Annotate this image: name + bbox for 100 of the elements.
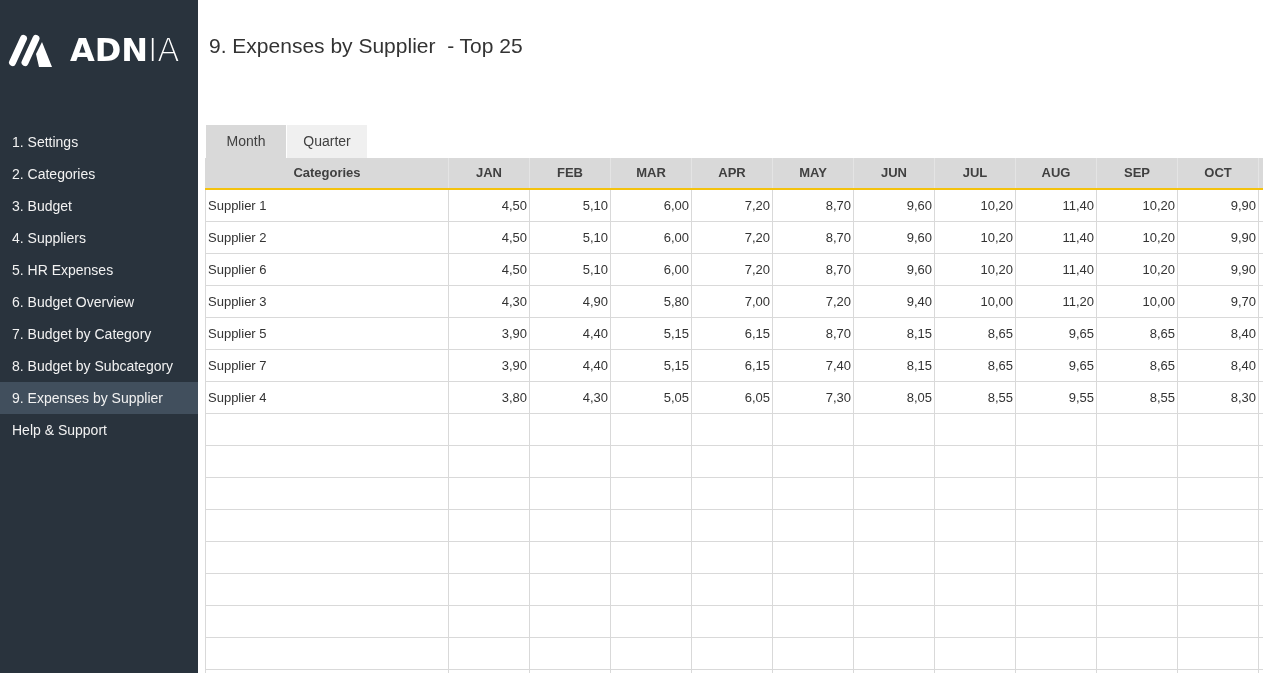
column-header: MAY: [773, 158, 854, 188]
table-cell: 10,00: [1097, 286, 1178, 318]
table-cell: 7,40: [773, 350, 854, 382]
column-header: FEB: [530, 158, 611, 188]
table-cell: 3,80: [449, 382, 530, 414]
nav-item[interactable]: 9. Expenses by Supplier: [0, 382, 198, 414]
table-cell: 3,90: [449, 350, 530, 382]
table-cell: 11,40: [1016, 190, 1097, 222]
table-cell: 9,60: [854, 222, 935, 254]
table-cell: 9,90: [1178, 222, 1259, 254]
brand-name: ADNIA: [70, 32, 180, 68]
row-label: Supplier 5: [205, 318, 449, 350]
table-cell: 8,40: [1178, 318, 1259, 350]
column-header: OCT: [1178, 158, 1259, 188]
table-cell: 4,40: [530, 318, 611, 350]
column-header: Categories: [206, 158, 449, 188]
tab[interactable]: Quarter: [287, 125, 367, 158]
table-cell: 5,10: [530, 190, 611, 222]
table-cell: 4,90: [530, 286, 611, 318]
column-header: MAR: [611, 158, 692, 188]
table-cell: 4,50: [449, 254, 530, 286]
table-cell: 6,00: [611, 190, 692, 222]
table-cell: 8,55: [1097, 382, 1178, 414]
table-cell: 3,90: [449, 318, 530, 350]
table-cell: 9,60: [854, 190, 935, 222]
table-cell: 11,20: [1016, 286, 1097, 318]
nav-item[interactable]: Help & Support: [0, 414, 198, 446]
table-cell: 6,05: [692, 382, 773, 414]
table-cell: 4,30: [530, 382, 611, 414]
table-cell: 4,50: [449, 190, 530, 222]
table-cell: 7,20: [692, 190, 773, 222]
nav-item[interactable]: 6. Budget Overview: [0, 286, 198, 318]
table-cell: 8,40: [1178, 350, 1259, 382]
table-cell: 8,15: [854, 318, 935, 350]
table-cell: 8,05: [854, 382, 935, 414]
table-cell: 9,70: [1178, 286, 1259, 318]
table-cell: 4,30: [449, 286, 530, 318]
table-cell: 9,60: [854, 254, 935, 286]
table-cell: 6,00: [611, 222, 692, 254]
table-cell: 5,05: [611, 382, 692, 414]
table-cell: 8,65: [935, 350, 1016, 382]
table-cell: 7,20: [773, 286, 854, 318]
table-cell: 8,55: [935, 382, 1016, 414]
table-cell: 4,40: [530, 350, 611, 382]
row-label: Supplier 7: [205, 350, 449, 382]
nav-item[interactable]: 4. Suppliers: [0, 222, 198, 254]
table-cell: 8,15: [854, 350, 935, 382]
nav-item[interactable]: 3. Budget: [0, 190, 198, 222]
table-cell: 5,80: [611, 286, 692, 318]
table-cell: 7,00: [692, 286, 773, 318]
nav-item[interactable]: 5. HR Expenses: [0, 254, 198, 286]
table-cell: 9,55: [1016, 382, 1097, 414]
table-cell: 6,00: [611, 254, 692, 286]
table-cell: 7,30: [773, 382, 854, 414]
table-cell: 8,30: [1178, 382, 1259, 414]
table-cell: 8,70: [773, 222, 854, 254]
nav-item[interactable]: 7. Budget by Category: [0, 318, 198, 350]
nav-item[interactable]: 2. Categories: [0, 158, 198, 190]
logo-icon: [8, 33, 52, 67]
table-cell: 9,65: [1016, 318, 1097, 350]
column-header: JUL: [935, 158, 1016, 188]
table-cell: 8,70: [773, 254, 854, 286]
table-cell: 8,70: [773, 190, 854, 222]
table-cell: 6,15: [692, 318, 773, 350]
table-cell: 11,40: [1016, 254, 1097, 286]
nav-item[interactable]: 1. Settings: [0, 126, 198, 158]
table-cell: 5,15: [611, 318, 692, 350]
table-cell: 10,20: [935, 254, 1016, 286]
table-cell: 5,10: [530, 222, 611, 254]
table-cell: 9,65: [1016, 350, 1097, 382]
table-cell: 10,20: [935, 190, 1016, 222]
table-cell: 5,10: [530, 254, 611, 286]
table-cell: 10,20: [935, 222, 1016, 254]
table-cell: 4,50: [449, 222, 530, 254]
table-cell: 8,65: [935, 318, 1016, 350]
table-cell: 9,90: [1178, 190, 1259, 222]
table-cell: 10,20: [1097, 222, 1178, 254]
row-label: Supplier 6: [205, 254, 449, 286]
table-cell: 10,20: [1097, 190, 1178, 222]
table-cell: 10,20: [1097, 254, 1178, 286]
column-header: APR: [692, 158, 773, 188]
table-cell: 6,15: [692, 350, 773, 382]
page-title: 9. Expenses by Supplier - Top 25: [209, 33, 523, 59]
column-header: JUN: [854, 158, 935, 188]
table-cell: 8,65: [1097, 350, 1178, 382]
row-label: Supplier 4: [205, 382, 449, 414]
table-cell: 7,20: [692, 254, 773, 286]
nav-item[interactable]: 8. Budget by Subcategory: [0, 350, 198, 382]
table-cell: 8,65: [1097, 318, 1178, 350]
tab[interactable]: Month: [206, 125, 286, 158]
column-header: SEP: [1097, 158, 1178, 188]
table-cell: 7,20: [692, 222, 773, 254]
row-label: Supplier 3: [205, 286, 449, 318]
table-cell: 10,00: [935, 286, 1016, 318]
table-cell: 5,15: [611, 350, 692, 382]
table-cell: 9,90: [1178, 254, 1259, 286]
table-cell: 8,70: [773, 318, 854, 350]
table-cell: 9,40: [854, 286, 935, 318]
column-header: AUG: [1016, 158, 1097, 188]
row-label: Supplier 1: [205, 190, 449, 222]
